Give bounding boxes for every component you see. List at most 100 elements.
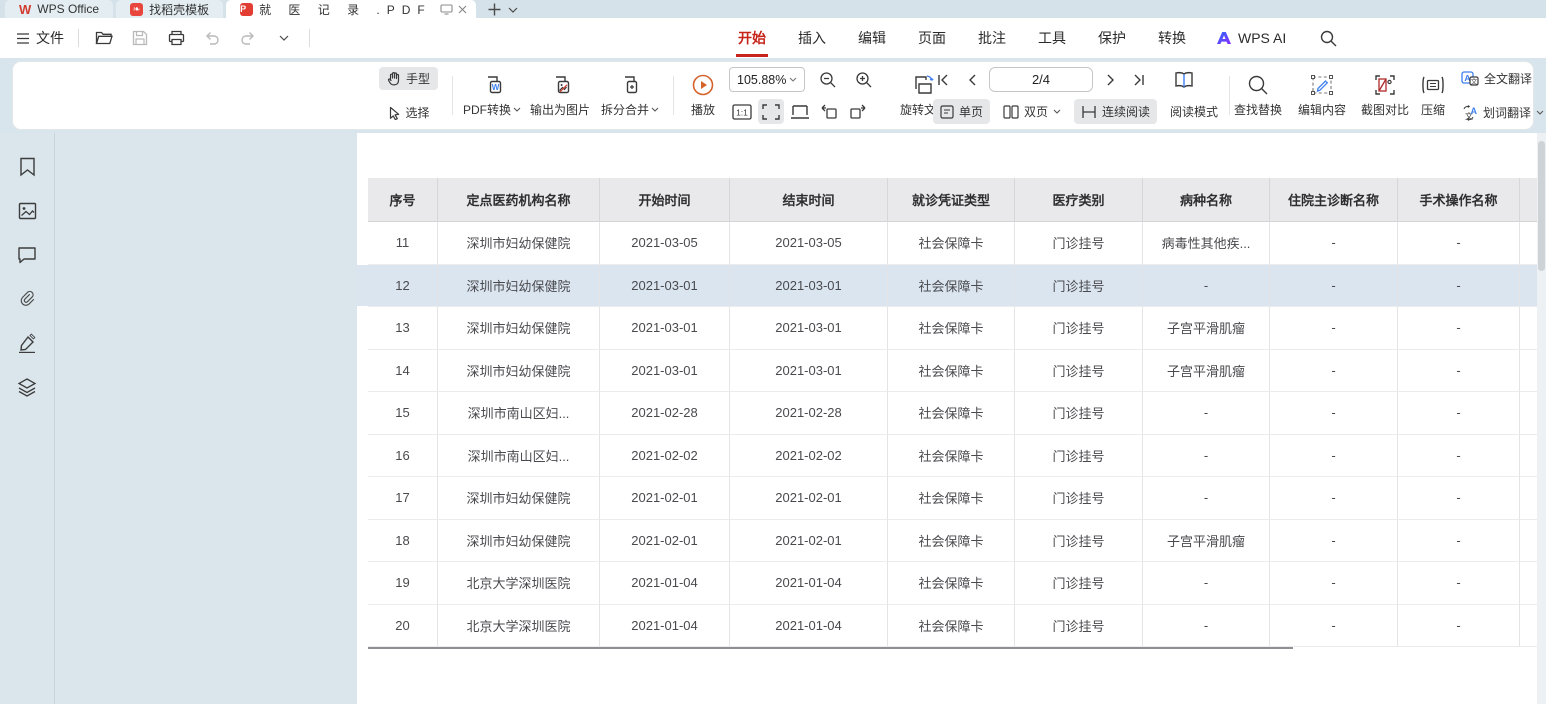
- single-page-button[interactable]: 单页: [933, 99, 990, 124]
- bookmarks-panel-icon[interactable]: [15, 155, 39, 179]
- undo-redo-chevron-icon[interactable]: [273, 27, 295, 49]
- zoom-in-icon[interactable]: [851, 67, 877, 92]
- table-cell: 门诊挂号: [1015, 222, 1143, 265]
- table-cell: 2021-03-01: [600, 265, 730, 308]
- table-cell: 子宫平滑肌瘤: [1143, 350, 1270, 393]
- tab-document-active[interactable]: P 就 医 记 录 .PDF: [226, 0, 476, 18]
- page-number-input[interactable]: 2/4: [989, 67, 1093, 92]
- table-cell: 门诊挂号: [1015, 435, 1143, 478]
- fit-width-icon[interactable]: [758, 99, 784, 124]
- scrollbar-thumb[interactable]: [1538, 141, 1545, 271]
- continuous-read-button[interactable]: 连续阅读: [1074, 99, 1157, 124]
- table-row[interactable]: 20北京大学深圳医院2021-01-042021-01-04社会保障卡门诊挂号-…: [368, 605, 1537, 648]
- read-mode-button[interactable]: 阅读模式: [1163, 99, 1225, 124]
- signature-panel-icon[interactable]: [15, 331, 39, 355]
- pdf-convert-button[interactable]: W PDF转换: [459, 67, 525, 124]
- pin-to-desktop-icon[interactable]: [440, 4, 453, 15]
- table-cell: 2021-02-02: [600, 435, 730, 478]
- menu-tab-保护[interactable]: 保护: [1096, 18, 1128, 58]
- last-page-icon[interactable]: [1129, 67, 1149, 92]
- tab-wps-office[interactable]: W WPS Office: [5, 0, 113, 18]
- vertical-scrollbar[interactable]: [1537, 133, 1546, 704]
- edit-content-button[interactable]: 编辑内容: [1291, 67, 1353, 124]
- table-row[interactable]: 17深圳市妇幼保健院2021-02-012021-02-01社会保障卡门诊挂号-…: [368, 477, 1537, 520]
- play-icon: [691, 72, 715, 98]
- fit-page-icon[interactable]: [787, 99, 813, 124]
- table-cell: 深圳市妇幼保健院: [438, 477, 600, 520]
- table-cell-partial: [1520, 605, 1537, 648]
- table-row[interactable]: 12深圳市妇幼保健院2021-03-012021-03-01社会保障卡门诊挂号-…: [368, 265, 1537, 308]
- layers-panel-icon[interactable]: [15, 375, 39, 399]
- table-cell: 北京大学深圳医院: [438, 605, 600, 648]
- double-page-button[interactable]: 双页: [996, 99, 1068, 124]
- column-header: 住院主诊断名称: [1270, 178, 1398, 222]
- thumbnails-panel-icon[interactable]: [15, 199, 39, 223]
- split-merge-button[interactable]: 拆分合并: [597, 67, 663, 124]
- zoom-out-icon[interactable]: [815, 67, 841, 92]
- tab-list-chevron-icon[interactable]: [508, 7, 518, 13]
- table-cell: 深圳市妇幼保健院: [438, 307, 600, 350]
- redo-icon[interactable]: [237, 27, 259, 49]
- comments-panel-icon[interactable]: [15, 243, 39, 267]
- menu-tab-页面[interactable]: 页面: [916, 18, 948, 58]
- column-header-partial: [1520, 178, 1537, 222]
- table-cell: 社会保障卡: [888, 307, 1015, 350]
- menu-tab-插入[interactable]: 插入: [796, 18, 828, 58]
- find-replace-button[interactable]: 查找替换: [1227, 67, 1289, 124]
- screenshot-compare-button[interactable]: 截图对比: [1355, 67, 1415, 124]
- first-page-icon[interactable]: [933, 67, 953, 92]
- word-translate-button[interactable]: 文A 划词翻译: [1459, 101, 1546, 124]
- previous-page-icon[interactable]: [961, 67, 981, 92]
- undo-icon[interactable]: [201, 27, 223, 49]
- export-image-button[interactable]: 输出为图片: [527, 67, 593, 124]
- column-header: 序号: [368, 178, 438, 222]
- menu-tab-工具[interactable]: 工具: [1036, 18, 1068, 58]
- medical-records-table: 序号定点医药机构名称开始时间结束时间就诊凭证类型医疗类别病种名称住院主诊断名称手…: [368, 178, 1537, 647]
- hand-tool-button[interactable]: 手型: [379, 67, 438, 90]
- save-icon[interactable]: [129, 27, 151, 49]
- new-tab-button[interactable]: [487, 2, 502, 17]
- actual-size-icon[interactable]: 1:1: [729, 99, 755, 124]
- table-row[interactable]: 18深圳市妇幼保健院2021-02-012021-02-01社会保障卡门诊挂号子…: [368, 520, 1537, 563]
- table-row[interactable]: 16深圳市南山区妇...2021-02-022021-02-02社会保障卡门诊挂…: [368, 435, 1537, 478]
- window-tab-bar: W WPS Office ❧ 找稻壳模板 P 就 医 记 录 .PDF: [0, 0, 1546, 18]
- table-row[interactable]: 19北京大学深圳医院2021-01-042021-01-04社会保障卡门诊挂号-…: [368, 562, 1537, 605]
- table-cell: 2021-03-01: [730, 265, 888, 308]
- file-menu[interactable]: 文件: [16, 28, 64, 48]
- full-translate-button[interactable]: A文 全文翻译: [1459, 67, 1534, 90]
- menu-tab-开始[interactable]: 开始: [736, 18, 768, 58]
- close-tab-icon[interactable]: [457, 4, 468, 15]
- table-cell: 2021-02-02: [730, 435, 888, 478]
- table-cell: -: [1143, 562, 1270, 605]
- table-row[interactable]: 11深圳市妇幼保健院2021-03-052021-03-05社会保障卡门诊挂号病…: [368, 222, 1537, 265]
- pdf-page[interactable]: 序号定点医药机构名称开始时间结束时间就诊凭证类型医疗类别病种名称住院主诊断名称手…: [357, 133, 1537, 704]
- menu-tab-编辑[interactable]: 编辑: [856, 18, 888, 58]
- compress-button[interactable]: 压缩: [1411, 67, 1455, 124]
- table-cell: 2021-01-04: [730, 605, 888, 648]
- table-cell: -: [1270, 307, 1398, 350]
- table-cell: 2021-03-05: [730, 222, 888, 265]
- table-row[interactable]: 14深圳市妇幼保健院2021-03-012021-03-01社会保障卡门诊挂号子…: [368, 350, 1537, 393]
- menu-tab-转换[interactable]: 转换: [1156, 18, 1188, 58]
- select-tool-button[interactable]: 选择: [380, 101, 438, 124]
- rotate-left-icon[interactable]: [816, 99, 842, 124]
- menu-tab-批注[interactable]: 批注: [976, 18, 1008, 58]
- rotate-right-icon[interactable]: [845, 99, 871, 124]
- next-page-icon[interactable]: [1101, 67, 1121, 92]
- single-page-label: 单页: [959, 103, 983, 120]
- wps-ai-button[interactable]: WPS AI: [1216, 30, 1286, 46]
- print-icon[interactable]: [165, 27, 187, 49]
- attachments-panel-icon[interactable]: [15, 287, 39, 311]
- search-icon[interactable]: [1320, 30, 1337, 47]
- zoom-level-select[interactable]: 105.88%: [729, 67, 805, 92]
- compress-icon: [1420, 72, 1446, 98]
- table-cell: 2021-01-04: [600, 605, 730, 648]
- continuous-read-label: 连续阅读: [1102, 103, 1150, 120]
- play-button[interactable]: 播放: [679, 67, 727, 124]
- open-file-icon[interactable]: [93, 27, 115, 49]
- table-row[interactable]: 15深圳市南山区妇...2021-02-282021-02-28社会保障卡门诊挂…: [368, 392, 1537, 435]
- table-cell: 门诊挂号: [1015, 605, 1143, 648]
- table-row[interactable]: 13深圳市妇幼保健院2021-03-012021-03-01社会保障卡门诊挂号子…: [368, 307, 1537, 350]
- tab-docer[interactable]: ❧ 找稻壳模板: [116, 0, 223, 18]
- table-cell: 2021-03-01: [730, 307, 888, 350]
